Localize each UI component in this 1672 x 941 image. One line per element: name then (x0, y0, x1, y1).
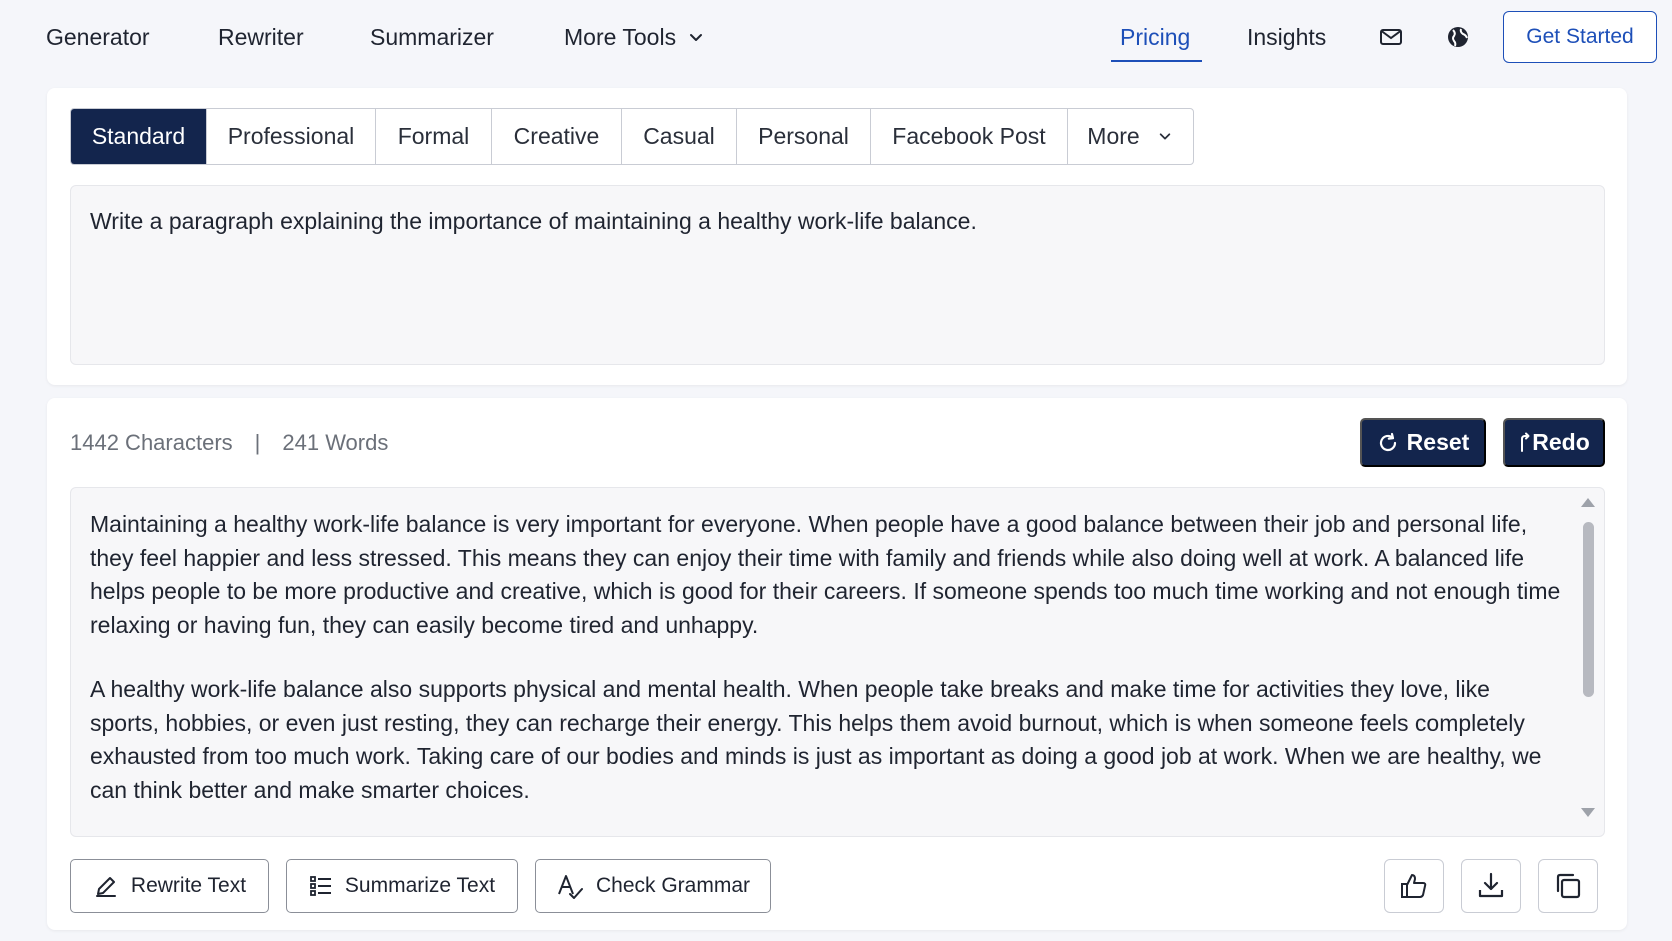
redo-button[interactable]: Redo (1503, 418, 1605, 467)
check-grammar-button[interactable]: Check Grammar (535, 859, 771, 913)
scroll-up-arrow[interactable] (1581, 498, 1595, 507)
rewrite-text-label: Rewrite Text (130, 874, 247, 897)
copy-icon (1553, 871, 1583, 901)
active-nav-underline (1111, 60, 1202, 62)
refresh-icon (1377, 432, 1399, 454)
download-icon (1476, 871, 1506, 901)
tab-casual[interactable]: Casual (622, 109, 737, 164)
tab-formal[interactable]: Formal (376, 109, 492, 164)
redo-label: Redo (1532, 429, 1590, 455)
reset-label: Reset (1406, 429, 1470, 455)
download-button[interactable] (1461, 859, 1521, 913)
tab-personal[interactable]: Personal (737, 109, 871, 164)
nav-insights[interactable]: Insights (1247, 20, 1326, 54)
tab-facebook-post[interactable]: Facebook Post (871, 109, 1068, 164)
nav-summarizer[interactable]: Summarizer (370, 20, 494, 54)
mail-icon[interactable] (1378, 24, 1404, 50)
scrollbar-thumb[interactable] (1583, 522, 1594, 697)
pencil-icon (93, 873, 119, 899)
thumbs-up-icon (1399, 871, 1429, 901)
tab-more[interactable]: More (1068, 109, 1193, 164)
nav-more-tools[interactable]: More Tools (564, 20, 704, 54)
rewrite-text-button[interactable]: Rewrite Text (70, 859, 269, 913)
copy-button[interactable] (1538, 859, 1598, 913)
tone-tabs: Standard Professional Formal Creative Ca… (70, 108, 1194, 165)
nav-pricing[interactable]: Pricing (1120, 20, 1190, 54)
prompt-input[interactable]: Write a paragraph explaining the importa… (70, 185, 1605, 365)
globe-icon[interactable] (1445, 24, 1471, 50)
character-count: 1442 Characters (70, 430, 233, 455)
summarize-text-button[interactable]: Summarize Text (286, 859, 518, 913)
get-started-button[interactable]: Get Started (1503, 11, 1657, 63)
thumbs-up-button[interactable] (1384, 859, 1444, 913)
summarize-text-label: Summarize Text (344, 874, 496, 897)
check-grammar-label: Check Grammar (595, 874, 751, 897)
output-paragraph: Maintaining a healthy work-life balance … (90, 511, 1561, 638)
more-tools-label: More Tools (564, 24, 677, 50)
output-text-area[interactable]: Maintaining a healthy work-life balance … (70, 487, 1605, 837)
list-icon (309, 874, 333, 898)
word-count: 241 Words (282, 430, 389, 455)
input-card: Standard Professional Formal Creative Ca… (47, 88, 1627, 385)
scroll-down-arrow[interactable] (1581, 808, 1595, 817)
tab-standard[interactable]: Standard (71, 109, 207, 164)
nav-rewriter[interactable]: Rewriter (218, 20, 304, 54)
stats-separator: | (254, 430, 261, 455)
redo-icon (1518, 432, 1530, 454)
tab-creative[interactable]: Creative (492, 109, 622, 164)
tab-more-label: More (1087, 123, 1140, 149)
output-paragraph: A healthy work-life balance also support… (90, 676, 1542, 803)
grammar-check-icon (556, 872, 584, 900)
reset-button[interactable]: Reset (1360, 418, 1486, 467)
chevron-down-icon (688, 29, 704, 45)
nav-generator[interactable]: Generator (46, 20, 150, 54)
prompt-text: Write a paragraph explaining the importa… (90, 208, 977, 234)
chevron-down-icon (1158, 129, 1174, 145)
top-nav: Generator Rewriter Summarizer More Tools… (0, 0, 1672, 74)
tab-professional[interactable]: Professional (207, 109, 376, 164)
text-stats: 1442 Characters | 241 Words (70, 428, 388, 458)
output-card: 1442 Characters | 241 Words Reset Redo M… (47, 398, 1627, 930)
